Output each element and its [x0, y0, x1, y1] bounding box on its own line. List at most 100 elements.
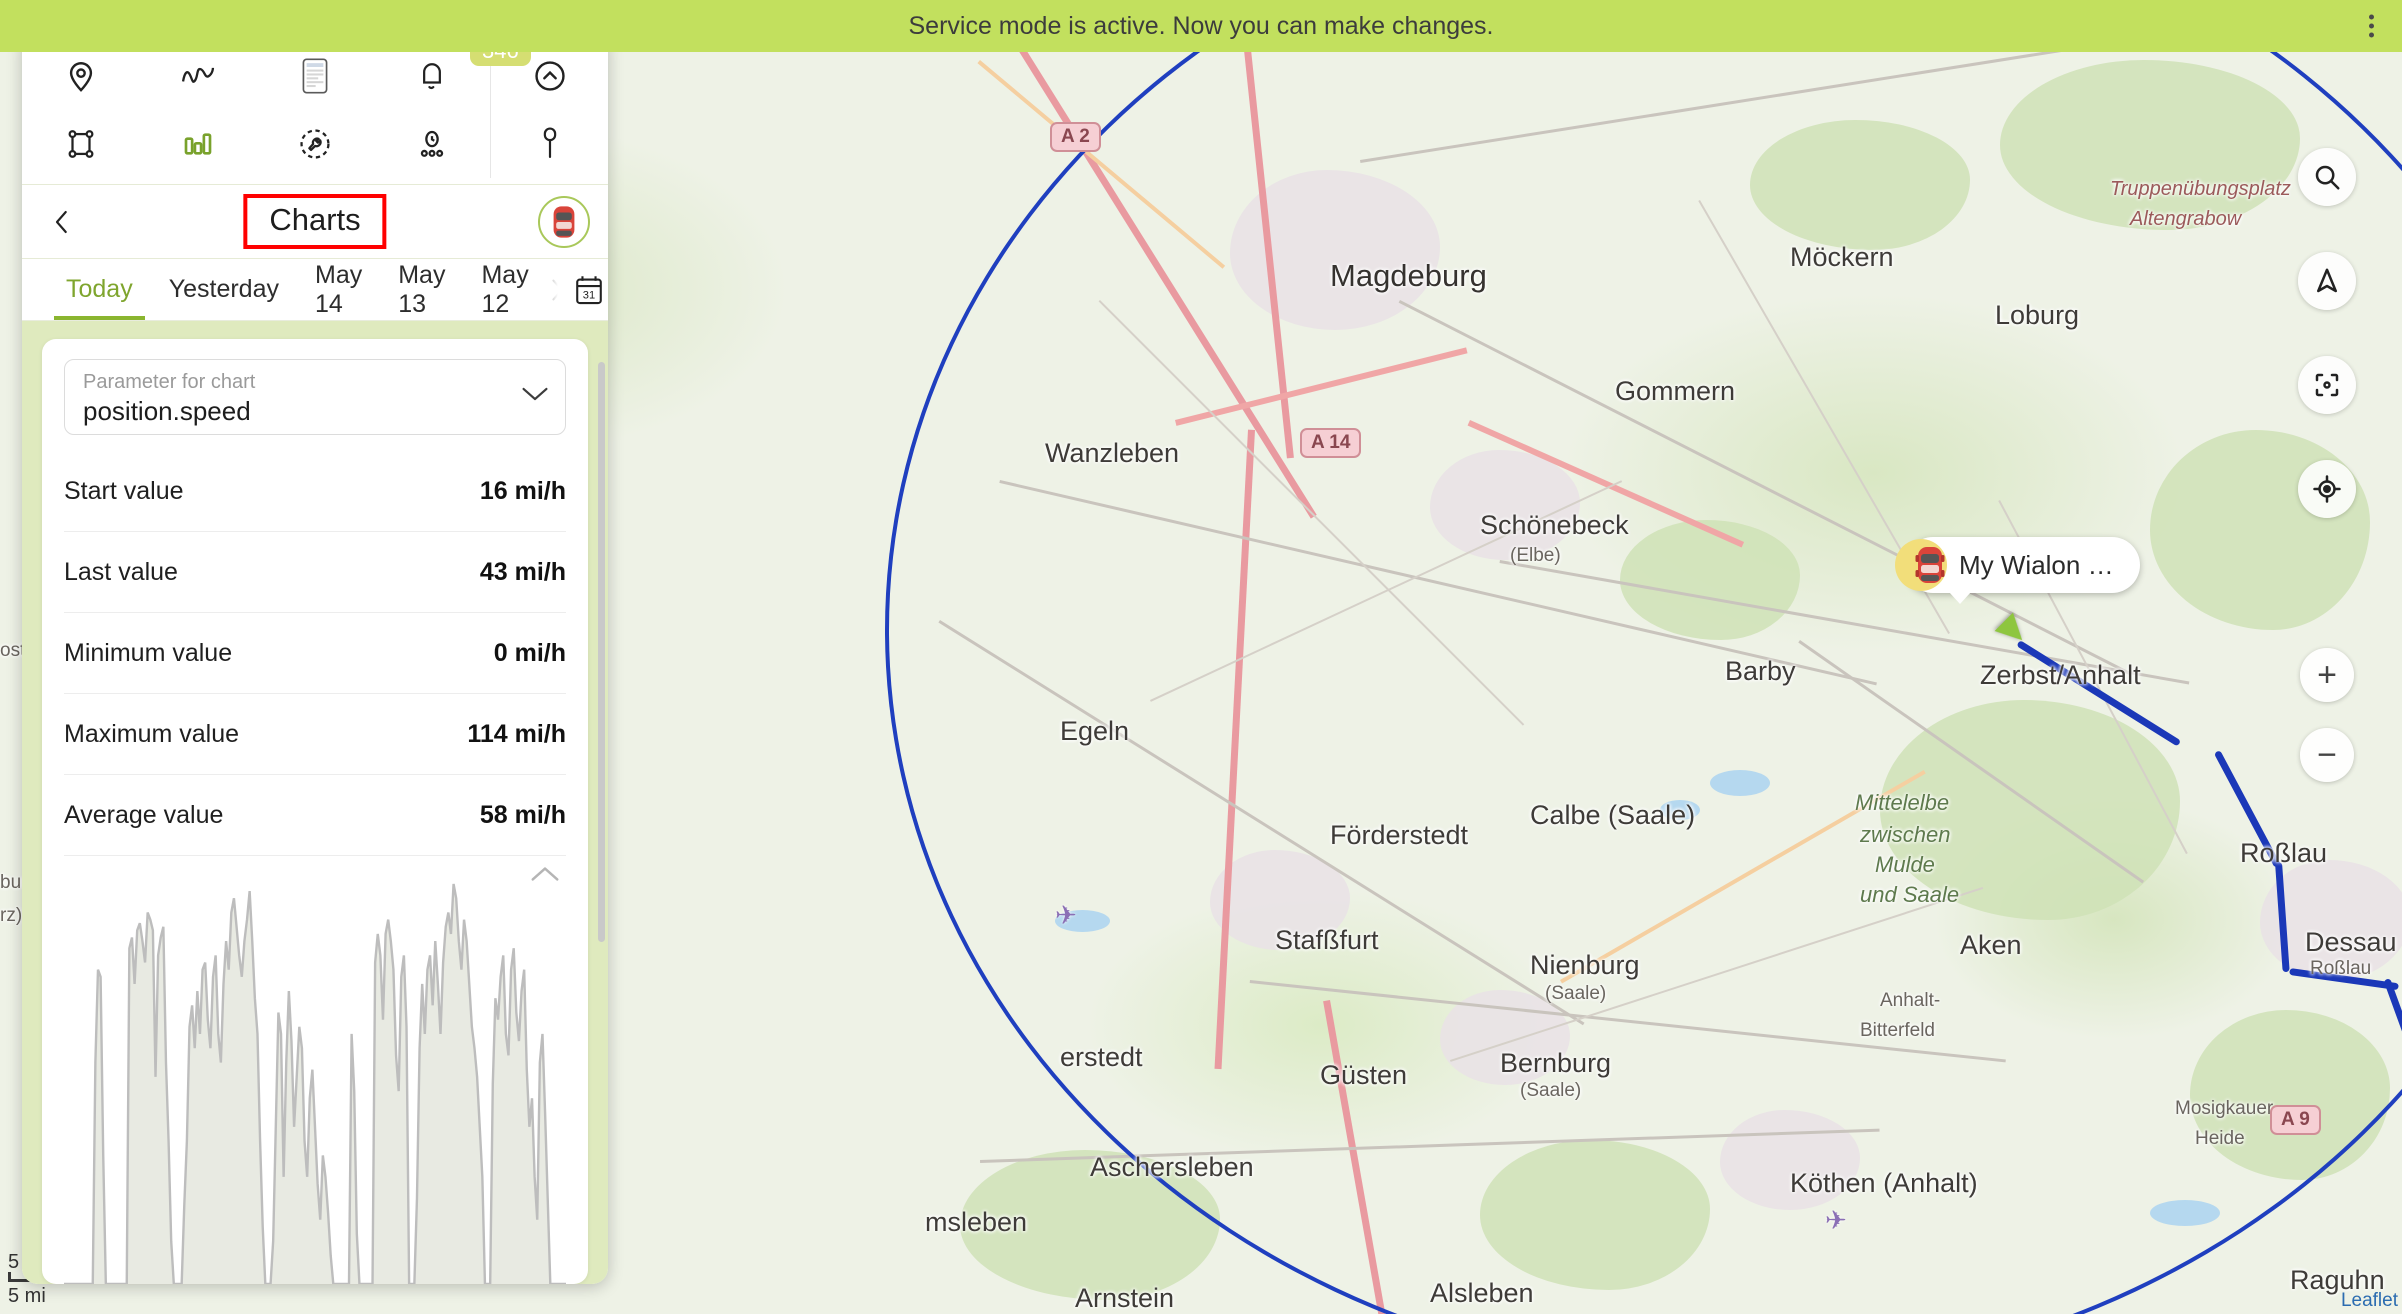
svg-text:31: 31 [583, 289, 595, 301]
map-geofence-circle [885, 0, 2402, 1314]
notifications-icon [422, 63, 441, 90]
date-tab-may-12[interactable]: May 12 [463, 259, 546, 320]
vehicle-avatar-icon [553, 205, 575, 238]
vehicle-name-label: My Wialon … [1959, 549, 2114, 580]
toolbar-item-locator[interactable] [22, 42, 139, 110]
date-tabs: Today Yesterday May 14 May 13 May 12 31 [22, 259, 608, 321]
parameter-select-label: Parameter for chart [83, 371, 256, 393]
stat-row: Start value 16 mi/h [64, 451, 566, 532]
page-title-highlight: Charts [243, 194, 387, 249]
stat-label: Minimum value [64, 638, 233, 667]
stat-row: Last value 43 mi/h [64, 532, 566, 613]
date-tab-today[interactable]: Today [48, 259, 151, 320]
airport-icon: ✈ [1055, 900, 1077, 930]
stat-label: Maximum value [64, 719, 240, 748]
vehicle-marker-tooltip[interactable]: My Wialon … [1895, 537, 2140, 604]
chevron-down-icon [521, 384, 549, 409]
map-fit-bounds-button[interactable] [2298, 356, 2356, 414]
charts-card: Parameter for chart position.speed Start… [42, 339, 588, 1284]
parameter-select[interactable]: Parameter for chart position.speed [64, 359, 566, 435]
back-button[interactable] [40, 200, 84, 244]
chart-area[interactable] [64, 862, 566, 1284]
service-mode-message: Service mode is active. Now you can make… [908, 11, 1494, 40]
car-icon [1915, 545, 1945, 585]
date-tab-yesterday[interactable]: Yesterday [151, 259, 297, 320]
date-tab-label: May 14 [315, 260, 363, 318]
navigation-arrow-icon [2317, 268, 2337, 293]
stat-label: Last value [64, 557, 178, 586]
calendar-button[interactable]: 31 [573, 259, 605, 320]
toolbar-item-maintenance[interactable] [256, 110, 373, 178]
calendar-icon: 31 [575, 275, 602, 304]
toolbar-item-reports[interactable] [256, 42, 373, 110]
vehicle-direction-marker[interactable] [1994, 612, 2040, 658]
stat-value: 43 mi/h [479, 557, 566, 586]
stat-label: Start value [64, 476, 184, 505]
kebab-menu-icon[interactable] [2369, 14, 2374, 38]
date-tab-label: Today [66, 275, 133, 303]
geofences-icon [68, 130, 93, 158]
stat-value: 0 mi/h [493, 638, 566, 667]
highway-shield: A 14 [1300, 428, 1362, 458]
toolbar-item-geofences[interactable] [22, 110, 139, 178]
trips-icon [181, 67, 214, 83]
stat-value: 58 mi/h [479, 800, 566, 829]
collapse-up-icon [534, 61, 565, 91]
date-tab-label: May 13 [398, 260, 446, 318]
stat-value: 16 mi/h [479, 476, 566, 505]
chevron-up-icon [531, 867, 559, 881]
stat-value: 114 mi/h [467, 719, 566, 748]
date-tabs-list: Today Yesterday May 14 May 13 May 12 [48, 259, 547, 320]
highway-shield: A 2 [1050, 122, 1101, 152]
fit-bounds-icon [2315, 373, 2339, 397]
tachograph-icon [420, 130, 443, 157]
locator-icon [69, 62, 92, 92]
date-tab-label: Yesterday [168, 275, 279, 303]
direction-arrow-icon [1994, 612, 2032, 650]
toolbar-item-tachograph[interactable] [373, 110, 490, 178]
panel-body: Parameter for chart position.speed Start… [22, 321, 608, 1284]
left-side-panel: 346 [22, 32, 608, 1284]
service-mode-banner: Service mode is active. Now you can make… [0, 0, 2402, 52]
reports-icon [302, 58, 327, 94]
app-root: ✈ ✈ Magdeburg Möckern Loburg Gommern Wanzleb… [0, 0, 2402, 1314]
toolbar-item-pin[interactable] [490, 110, 608, 178]
search-icon [2315, 165, 2340, 190]
map-zoom-out-button[interactable]: − [2300, 728, 2354, 782]
charts-icon [184, 133, 211, 155]
panel-toolbar: 346 [22, 32, 608, 185]
stat-row: Average value 58 mi/h [64, 775, 566, 856]
map-search-button[interactable] [2298, 148, 2356, 206]
date-tab-may-14[interactable]: May 14 [297, 259, 380, 320]
parameter-select-value: position.speed [83, 396, 251, 426]
chevron-right-icon [552, 279, 563, 300]
date-tab-may-13[interactable]: May 13 [380, 259, 463, 320]
speed-chart [64, 862, 566, 1284]
minus-icon: − [2317, 736, 2337, 774]
map-navigation-button[interactable] [2298, 252, 2356, 310]
date-tab-label: May 12 [481, 260, 529, 318]
stat-row: Minimum value 0 mi/h [64, 613, 566, 694]
map-locate-button[interactable] [2298, 460, 2356, 518]
highway-shield: A 9 [2270, 1105, 2321, 1135]
crosshair-icon [2313, 475, 2341, 503]
toolbar-item-charts[interactable] [139, 110, 256, 178]
tabs-next-button[interactable] [547, 259, 567, 320]
stats-list: Start value 16 mi/h Last value 43 mi/h Minim… [64, 451, 566, 856]
toolbar-row-2 [22, 110, 608, 178]
leaflet-attribution[interactable]: Leaflet [2341, 1290, 2398, 1312]
chevron-left-icon [55, 210, 67, 233]
chart-collapse-button[interactable] [530, 864, 560, 889]
avatar[interactable] [538, 195, 590, 248]
map-zoom-in-button[interactable]: + [2300, 648, 2354, 702]
airport-icon: ✈ [1825, 1205, 1847, 1235]
maintenance-icon [299, 129, 330, 159]
stat-row: Maximum value 114 mi/h [64, 694, 566, 775]
panel-header: Charts [22, 185, 608, 259]
panel-scrollbar[interactable] [598, 362, 605, 942]
pin-icon [543, 127, 556, 158]
plus-icon: + [2317, 656, 2337, 694]
page-title: Charts [269, 202, 361, 237]
stat-label: Average value [64, 800, 224, 829]
toolbar-item-trips[interactable] [139, 42, 256, 110]
